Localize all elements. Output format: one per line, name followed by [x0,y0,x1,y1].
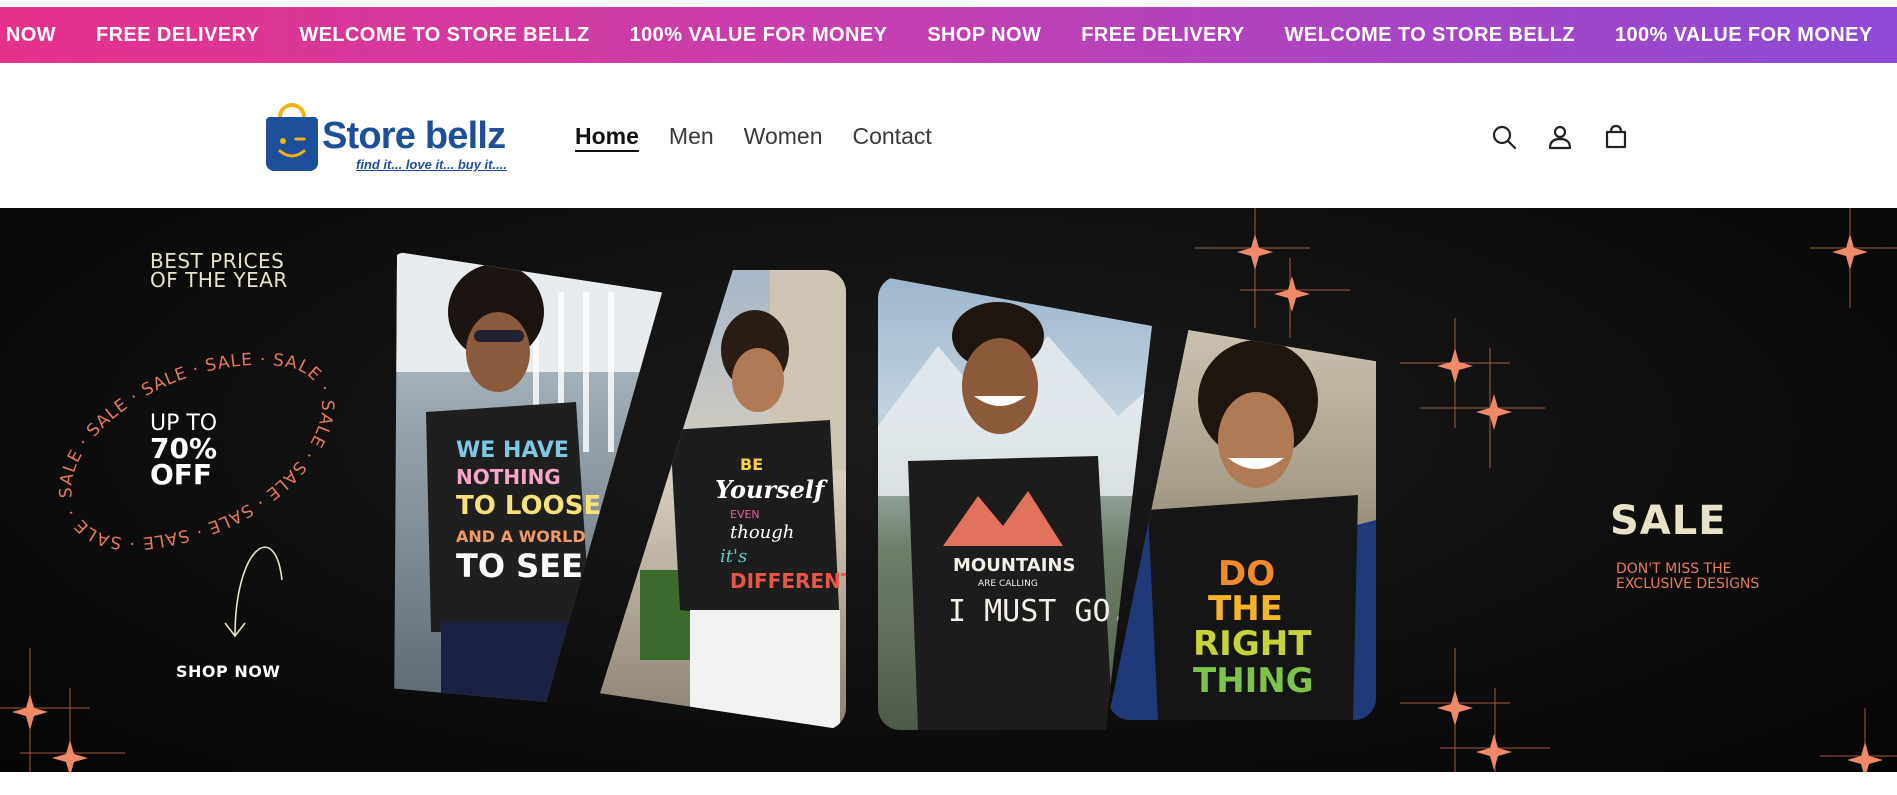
header-icons [1490,123,1630,151]
photo1-shirt-line3: TO LOOSE [456,491,601,521]
sale-subtitle: DON'T MISS THE EXCLUSIVE DESIGNS [1616,562,1759,592]
announcement-item: 100% VALUE FOR MONEY [1614,23,1873,46]
announcement-item[interactable]: SHOP NOW [927,24,1041,47]
store-logo[interactable]: Store bellz find it... love it... buy it… [266,103,526,183]
cart-icon[interactable] [1602,123,1630,151]
account-icon[interactable] [1546,123,1574,151]
photo2-shirt-line2: Yourself [715,475,828,504]
arrow-down-icon [224,546,283,638]
main-nav: Home Men Women Contact [575,123,932,150]
nav-men[interactable]: Men [669,123,714,150]
photo2-shirt-line6: DIFFERENT [730,569,846,593]
best-prices-label: BEST PRICES OF THE YEAR [150,251,288,292]
logo-wordmark: Store bellz [322,115,506,157]
announcement-item: WELCOME TO STORE BELLZ [1284,23,1575,46]
discount-label: UP TO 70% OFF [150,412,217,491]
off-text: OFF [150,458,213,491]
photo1-shirt-line5: TO SEE [456,547,583,585]
photo2-shirt-line4: though [730,522,794,543]
photo3-shirt-line2: ARE CALLING [978,579,1038,589]
nav-women[interactable]: Women [744,123,823,150]
photo4-shirt-line1: DO [1218,554,1275,594]
announcement-item: 100% VALUE FOR MONEY [629,23,888,46]
announcement-item[interactable]: SHOP NOW [0,24,56,47]
hero-banner[interactable]: BEST PRICES OF THE YEAR SALE · SALE · SA… [0,208,1897,772]
photo3-shirt-line3: I MUST GO. [948,594,1129,629]
photo4-shirt-line3: RIGHT [1193,624,1312,664]
photo4-shirt-line2: THE [1208,589,1283,629]
announcement-item: WELCOME TO STORE BELLZ [299,23,590,46]
photo1-shirt-line1: WE HAVE [456,438,569,463]
photo2-shirt-line1: BE [740,455,763,474]
search-icon[interactable] [1490,123,1518,151]
sale-subtitle-line2: EXCLUSIVE DESIGNS [1616,576,1760,592]
announcement-bar: SHOP NOW FREE DELIVERY WELCOME TO STORE … [0,7,1897,63]
product-photo-3[interactable]: MOUNTAINS ARE CALLING I MUST GO. [878,276,1152,730]
photo2-shirt-line5: it's [720,546,747,567]
photo3-shirt-line1: MOUNTAINS [953,555,1075,576]
best-prices-line2: OF THE YEAR [150,268,288,292]
nav-contact[interactable]: Contact [852,123,931,150]
photo1-shirt-line2: NOTHING [456,465,561,489]
shop-now-link[interactable]: SHOP NOW [176,662,280,681]
sale-subtitle-line1: DON'T MISS THE [1616,561,1732,577]
announcement-item: FREE DELIVERY [1081,23,1245,46]
logo-tagline: find it... love it... buy it.... [356,157,507,172]
photo2-shirt-line3: EVEN [730,508,760,521]
sale-heading: SALE [1610,498,1727,544]
shopping-bag-icon [266,117,318,171]
photo1-shirt-line4: AND A WORLD [456,527,586,546]
site-header: Store bellz find it... love it... buy it… [0,63,1897,208]
announcement-track: SHOP NOW FREE DELIVERY WELCOME TO STORE … [0,7,1897,63]
photo4-shirt-line4: THING [1193,661,1314,701]
nav-home[interactable]: Home [575,123,639,150]
announcement-item: FREE DELIVERY [95,23,260,46]
